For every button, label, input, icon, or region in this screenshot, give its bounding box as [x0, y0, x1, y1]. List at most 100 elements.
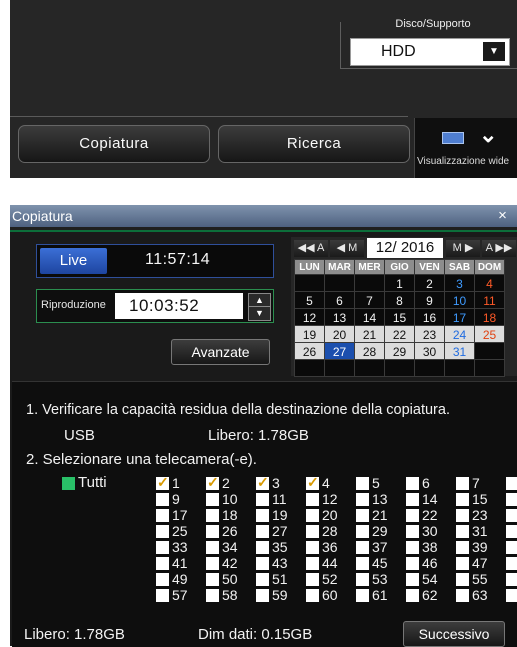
- camera-36-checkbox[interactable]: [306, 541, 319, 554]
- calendar-day[interactable]: 11: [474, 291, 505, 309]
- camera-16-checkbox[interactable]: [506, 493, 517, 506]
- prev-month-button[interactable]: ◀ M: [330, 240, 364, 257]
- camera-57-checkbox[interactable]: [156, 589, 169, 602]
- camera-19-checkbox[interactable]: [256, 509, 269, 522]
- calendar-day[interactable]: 26: [294, 342, 325, 360]
- arrow-down-icon[interactable]: ▼: [249, 307, 270, 319]
- camera-58-checkbox[interactable]: [206, 589, 219, 602]
- calendar-day[interactable]: 8: [384, 291, 415, 309]
- camera-3-checkbox[interactable]: [256, 474, 269, 491]
- calendar-day[interactable]: 14: [354, 308, 385, 326]
- select-all-checkbox[interactable]: [62, 477, 75, 490]
- camera-5-checkbox[interactable]: [356, 477, 369, 490]
- calendar-day[interactable]: 23: [414, 325, 445, 343]
- camera-49-checkbox[interactable]: [156, 573, 169, 586]
- next-month-button[interactable]: M ▶: [446, 240, 480, 257]
- camera-59-checkbox[interactable]: [256, 589, 269, 602]
- camera-45-checkbox[interactable]: [356, 557, 369, 570]
- camera-44-checkbox[interactable]: [306, 557, 319, 570]
- camera-10-checkbox[interactable]: [206, 493, 219, 506]
- camera-61-checkbox[interactable]: [356, 589, 369, 602]
- camera-41-checkbox[interactable]: [156, 557, 169, 570]
- camera-9-checkbox[interactable]: [156, 493, 169, 506]
- calendar-day[interactable]: 22: [384, 325, 415, 343]
- time-stepper[interactable]: ▲ ▼: [248, 293, 271, 321]
- calendar-day[interactable]: 19: [294, 325, 325, 343]
- camera-31-checkbox[interactable]: [456, 525, 469, 538]
- copiatura-button[interactable]: Copiatura: [18, 125, 210, 163]
- camera-38-checkbox[interactable]: [406, 541, 419, 554]
- camera-25-checkbox[interactable]: [156, 525, 169, 538]
- camera-32-checkbox[interactable]: [506, 525, 517, 538]
- avanzate-button[interactable]: Avanzate: [171, 339, 270, 365]
- camera-22-checkbox[interactable]: [406, 509, 419, 522]
- dropdown-arrow-icon[interactable]: ▼: [483, 42, 505, 61]
- camera-15-checkbox[interactable]: [456, 493, 469, 506]
- calendar-day[interactable]: 25: [474, 325, 505, 343]
- camera-60-checkbox[interactable]: [306, 589, 319, 602]
- next-year-button[interactable]: A ▶▶: [482, 240, 516, 257]
- calendar-day[interactable]: 20: [324, 325, 355, 343]
- calendar-day[interactable]: 21: [354, 325, 385, 343]
- calendar-day[interactable]: 16: [414, 308, 445, 326]
- camera-26-checkbox[interactable]: [206, 525, 219, 538]
- calendar-day[interactable]: 29: [384, 342, 415, 360]
- camera-40-checkbox[interactable]: [506, 541, 517, 554]
- camera-64-checkbox[interactable]: [506, 589, 517, 602]
- camera-55-checkbox[interactable]: [456, 573, 469, 586]
- camera-53-checkbox[interactable]: [356, 573, 369, 586]
- camera-50-checkbox[interactable]: [206, 573, 219, 586]
- calendar-day[interactable]: 28: [354, 342, 385, 360]
- camera-42-checkbox[interactable]: [206, 557, 219, 570]
- camera-48-checkbox[interactable]: [506, 557, 517, 570]
- camera-29-checkbox[interactable]: [356, 525, 369, 538]
- camera-33-checkbox[interactable]: [156, 541, 169, 554]
- camera-1-checkbox[interactable]: [156, 474, 169, 491]
- live-button[interactable]: Live: [40, 248, 107, 274]
- camera-7-checkbox[interactable]: [456, 477, 469, 490]
- camera-18-checkbox[interactable]: [206, 509, 219, 522]
- camera-37-checkbox[interactable]: [356, 541, 369, 554]
- camera-14-checkbox[interactable]: [406, 493, 419, 506]
- camera-28-checkbox[interactable]: [306, 525, 319, 538]
- calendar-day[interactable]: 7: [354, 291, 385, 309]
- camera-30-checkbox[interactable]: [406, 525, 419, 538]
- calendar-day[interactable]: 3: [444, 274, 475, 292]
- calendar-day[interactable]: 10: [444, 291, 475, 309]
- camera-51-checkbox[interactable]: [256, 573, 269, 586]
- successivo-button[interactable]: Successivo: [403, 621, 505, 647]
- camera-11-checkbox[interactable]: [256, 493, 269, 506]
- wide-view-button[interactable]: ⌄ Visualizzazione wide: [414, 118, 517, 178]
- camera-54-checkbox[interactable]: [406, 573, 419, 586]
- camera-63-checkbox[interactable]: [456, 589, 469, 602]
- camera-46-checkbox[interactable]: [406, 557, 419, 570]
- calendar-day[interactable]: 18: [474, 308, 505, 326]
- calendar-day[interactable]: 9: [414, 291, 445, 309]
- calendar-day[interactable]: 6: [324, 291, 355, 309]
- calendar-day[interactable]: 24: [444, 325, 475, 343]
- camera-6-checkbox[interactable]: [406, 477, 419, 490]
- calendar-day[interactable]: 27: [324, 342, 355, 360]
- playback-time-input[interactable]: 10:03:52: [115, 293, 243, 319]
- camera-17-checkbox[interactable]: [156, 509, 169, 522]
- camera-47-checkbox[interactable]: [456, 557, 469, 570]
- camera-35-checkbox[interactable]: [256, 541, 269, 554]
- calendar-day[interactable]: 12: [294, 308, 325, 326]
- camera-52-checkbox[interactable]: [306, 573, 319, 586]
- prev-year-button[interactable]: ◀◀ A: [294, 240, 328, 257]
- camera-39-checkbox[interactable]: [456, 541, 469, 554]
- camera-24-checkbox[interactable]: [506, 509, 517, 522]
- camera-2-checkbox[interactable]: [206, 474, 219, 491]
- camera-8-checkbox[interactable]: [506, 477, 517, 490]
- calendar-day[interactable]: 5: [294, 291, 325, 309]
- camera-27-checkbox[interactable]: [256, 525, 269, 538]
- camera-13-checkbox[interactable]: [356, 493, 369, 506]
- camera-4-checkbox[interactable]: [306, 474, 319, 491]
- calendar-day[interactable]: 4: [474, 274, 505, 292]
- calendar-day[interactable]: 30: [414, 342, 445, 360]
- calendar-day[interactable]: 1: [384, 274, 415, 292]
- camera-56-checkbox[interactable]: [506, 573, 517, 586]
- arrow-up-icon[interactable]: ▲: [249, 294, 270, 307]
- camera-21-checkbox[interactable]: [356, 509, 369, 522]
- calendar-day[interactable]: 15: [384, 308, 415, 326]
